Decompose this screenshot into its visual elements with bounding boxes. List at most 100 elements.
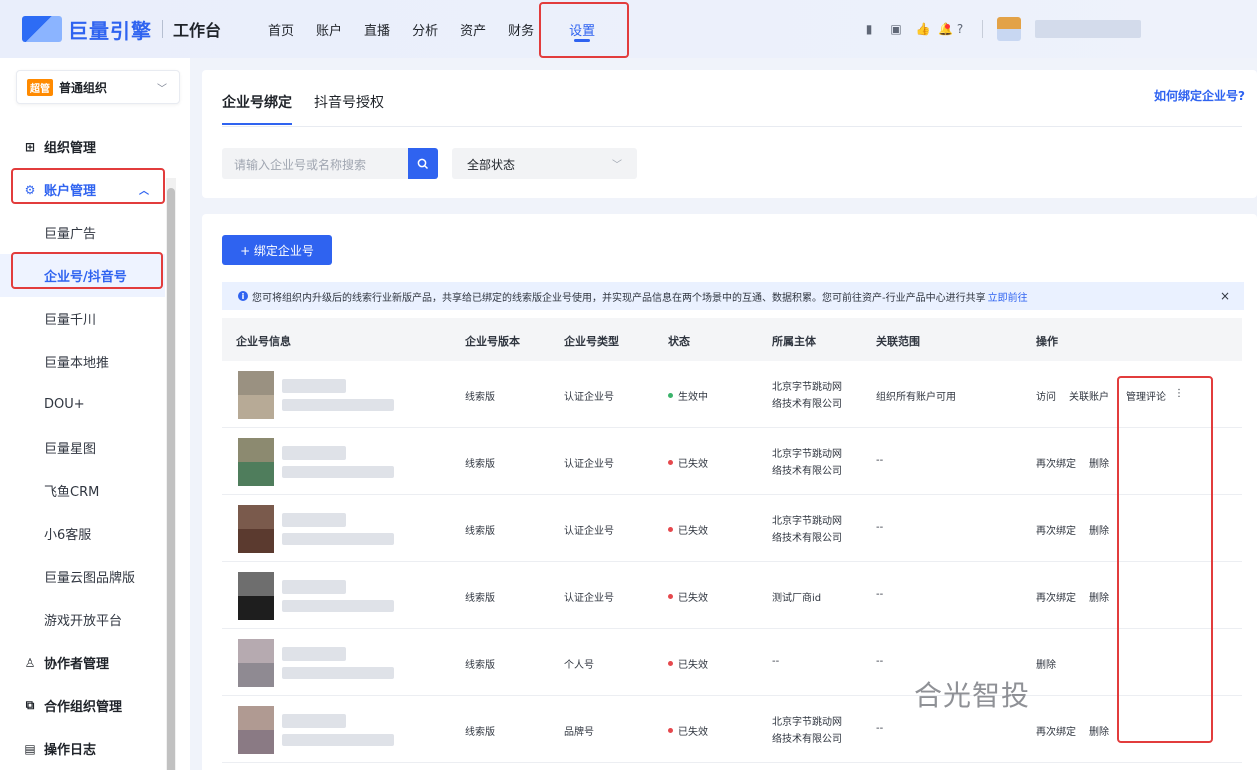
notice-text: 您可将组织内升级后的线索行业新版产品，共享给已绑定的线索版企业号使用，并实现产品… — [252, 292, 986, 304]
workspace-title: 工作台 — [173, 21, 222, 40]
col-version: 企业号版本 — [465, 335, 520, 348]
status-text: 已失效 — [678, 526, 708, 537]
tab-enterprise-binding[interactable]: 企业号绑定 — [222, 92, 292, 125]
type-cell: 品牌号 — [564, 727, 594, 738]
actions-cell: 再次绑定 删除 — [1036, 522, 1122, 537]
nav-finance[interactable]: 财务 — [497, 0, 545, 58]
actions-cell: 访问 关联账户 管理评论 ⋮ — [1036, 388, 1184, 403]
search-button[interactable] — [408, 148, 438, 179]
type-cell: 认证企业号 — [564, 593, 614, 604]
action-link[interactable]: 再次绑定 — [1036, 589, 1076, 604]
more-actions-icon[interactable]: ⋮ — [1174, 388, 1184, 403]
sidebar-item-operation-log[interactable]: ▤ 操作日志 — [0, 727, 165, 770]
sidebar-item-feiyu-crm[interactable]: 飞鱼CRM — [0, 469, 165, 512]
sidebar-item-account-management[interactable]: ⚙ 账户管理 ︿ — [0, 168, 165, 211]
action-link[interactable]: 访问 — [1036, 388, 1056, 403]
col-status: 状态 — [668, 335, 690, 348]
avatar[interactable] — [997, 17, 1021, 41]
sidebar-item-dou-plus[interactable]: DOU+ — [0, 383, 165, 426]
sidebar-item-label: 协作者管理 — [44, 657, 110, 672]
account-id-redacted — [282, 734, 394, 746]
phone-icon[interactable]: ▮ — [862, 22, 876, 36]
account-avatar — [238, 706, 274, 754]
sidebar-item-label: 账户管理 — [44, 184, 97, 199]
top-nav: 首页 账户 直播 分析 资产 财务 设置 — [257, 0, 619, 58]
user-name-redacted[interactable] — [1035, 20, 1141, 38]
status-badge: 已失效 — [668, 723, 708, 738]
nav-home[interactable]: 首页 — [257, 0, 305, 58]
sidebar-item-ocean-ads[interactable]: 巨量广告 — [0, 211, 165, 254]
tab-douyin-authorization[interactable]: 抖音号授权 — [314, 92, 384, 125]
action-link[interactable]: 删除 — [1089, 589, 1109, 604]
thumbs-up-icon[interactable]: 👍 — [916, 22, 931, 36]
clipboard-icon[interactable]: ▣ — [889, 22, 903, 36]
owner-cell: 北京字节跳动网 络技术有限公司 — [772, 449, 842, 477]
nav-accounts[interactable]: 账户 — [305, 0, 353, 58]
actions-cell: 再次绑定 删除 — [1036, 455, 1122, 470]
table-row: 线索版 认证企业号 已失效 北京字节跳动网 络技术有限公司 -- 再次绑定 删除 — [222, 495, 1242, 562]
sidebar-item-local-promo[interactable]: 巨量本地推 — [0, 340, 165, 383]
action-link[interactable]: 删除 — [1089, 455, 1109, 470]
version-cell: 线索版 — [465, 660, 495, 671]
notice-banner: i 您可将组织内升级后的线索行业新版产品，共享给已绑定的线索版企业号使用，并实现… — [222, 282, 1244, 310]
filter-card: 企业号绑定 抖音号授权 如何绑定企业号? 请输入企业号或名称搜索 全部状态 ﹀ — [202, 70, 1257, 198]
sidebar-item-game-platform[interactable]: 游戏开放平台 — [0, 598, 165, 641]
status-dot-icon — [668, 527, 673, 532]
notice-go-link[interactable]: 立即前往 — [988, 289, 1028, 304]
how-to-bind-link[interactable]: 如何绑定企业号? — [1154, 87, 1245, 104]
nav-assets[interactable]: 资产 — [449, 0, 497, 58]
scrollbar-thumb[interactable] — [167, 188, 175, 770]
sidebar-item-label: 组织管理 — [44, 141, 97, 156]
account-name-redacted — [282, 379, 346, 393]
action-link[interactable]: 再次绑定 — [1036, 723, 1076, 738]
action-link[interactable]: 删除 — [1036, 656, 1056, 671]
action-link[interactable]: 删除 — [1089, 522, 1109, 537]
nav-analysis[interactable]: 分析 — [401, 0, 449, 58]
account-name-redacted — [282, 446, 346, 460]
header-tools: ▮ ▣ 👍 🔔 ? — [862, 17, 1141, 41]
bind-enterprise-button[interactable]: + 绑定企业号 — [222, 235, 332, 265]
sidebar-item-collaborators[interactable]: ♙ 协作者管理 — [0, 641, 165, 684]
action-link[interactable]: 删除 — [1089, 723, 1109, 738]
status-select[interactable]: 全部状态 ﹀ — [452, 148, 637, 179]
status-text: 已失效 — [678, 459, 708, 470]
status-badge: 已失效 — [668, 656, 708, 671]
org-switcher[interactable]: 超管 普通组织 ﹀ — [16, 70, 180, 104]
status-dot-icon — [668, 728, 673, 733]
col-type: 企业号类型 — [564, 335, 619, 348]
sidebar-item-qianchuan[interactable]: 巨量千川 — [0, 297, 165, 340]
col-owner: 所属主体 — [772, 335, 816, 348]
nav-live[interactable]: 直播 — [353, 0, 401, 58]
nav-settings[interactable]: 设置 — [545, 0, 619, 58]
sidebar-scrollbar[interactable] — [166, 178, 176, 770]
scope-cell: -- — [876, 589, 884, 600]
help-icon[interactable]: ? — [953, 22, 967, 36]
people-icon: ♙ — [24, 655, 36, 670]
owner-cell: 北京字节跳动网 络技术有限公司 — [772, 516, 842, 544]
search-input[interactable]: 请输入企业号或名称搜索 — [222, 148, 408, 179]
sidebar-item-xiao6-service[interactable]: 小6客服 — [0, 512, 165, 555]
action-link[interactable]: 再次绑定 — [1036, 522, 1076, 537]
action-link[interactable]: 再次绑定 — [1036, 455, 1076, 470]
sidebar-item-partner-orgs[interactable]: ⧉ 合作组织管理 — [0, 684, 165, 727]
action-link[interactable]: 管理评论 — [1126, 388, 1166, 403]
scope-cell: -- — [876, 656, 884, 667]
header-divider — [982, 20, 983, 38]
brand-logo[interactable]: 巨量引擎 工作台 — [22, 15, 221, 44]
close-icon[interactable]: × — [1220, 289, 1230, 303]
sidebar-item-enterprise-douyin[interactable]: 企业号/抖音号 — [0, 254, 165, 297]
status-badge: 已失效 — [668, 589, 708, 604]
log-icon: ▤ — [24, 741, 36, 756]
status-dot-icon — [668, 393, 673, 398]
action-link[interactable]: 关联账户 — [1069, 388, 1109, 403]
sidebar-item-xingtu[interactable]: 巨量星图 — [0, 426, 165, 469]
sidebar-menu: ⊞ 组织管理 ⚙ 账户管理 ︿ 巨量广告 企业号/抖音号 巨量千川 巨量本地推 DOU… — [0, 125, 165, 770]
sidebar-item-yuntu-brand[interactable]: 巨量云图品牌版 — [0, 555, 165, 598]
sidebar-item-org-management[interactable]: ⊞ 组织管理 — [0, 125, 165, 168]
chevron-down-icon: ﹀ — [157, 83, 167, 95]
org-icon: ⧉ — [25, 698, 35, 712]
bell-icon[interactable]: 🔔 — [938, 22, 953, 36]
account-name-redacted — [282, 714, 346, 728]
table-row: 线索版 认证企业号 生效中 北京字节跳动网 络技术有限公司 组织所有账户可用 访问 关联账户… — [222, 361, 1242, 428]
status-badge: 已失效 — [668, 455, 708, 470]
